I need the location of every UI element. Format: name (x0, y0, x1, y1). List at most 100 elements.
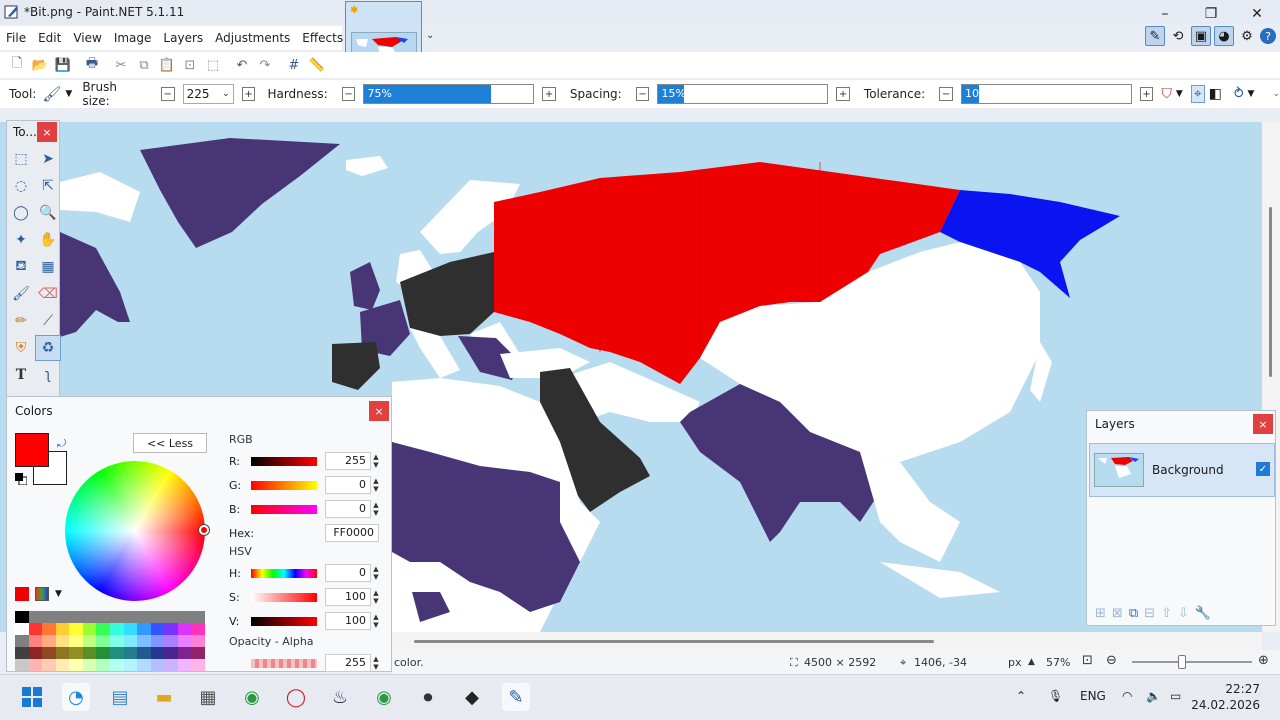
hardness-slider[interactable]: 75% (363, 84, 535, 104)
palette-swatch[interactable] (150, 611, 165, 623)
history-icon[interactable]: ⟲ (1168, 26, 1188, 46)
palette-swatch[interactable] (82, 611, 97, 623)
palette-swatch[interactable] (164, 623, 178, 635)
paint-bucket-icon[interactable]: ⛾ (8, 254, 34, 280)
paintnet-taskbar-icon[interactable]: ✎ (502, 683, 530, 711)
palette-swatch[interactable] (28, 635, 43, 647)
brush-size-combo[interactable]: 225 ⌄ (182, 84, 234, 104)
palette-swatch[interactable] (96, 635, 110, 647)
spacing-increase-button[interactable]: + (836, 87, 850, 101)
tray-overflow-icon[interactable]: ⌃ (1016, 689, 1026, 703)
system-clock[interactable]: 22:27 24.02.2026 (1191, 681, 1260, 713)
opacity-value[interactable]: 255 (325, 654, 371, 672)
chrome-icon[interactable]: ◉ (238, 683, 266, 711)
palette-swatch[interactable] (69, 635, 83, 647)
palette-swatch[interactable] (42, 611, 56, 623)
palette-swatch[interactable] (109, 623, 124, 635)
magic-wand-icon[interactable]: ✦ (8, 227, 34, 253)
move-layer-down-icon[interactable]: ⇩ (1178, 606, 1189, 621)
palette-swatch[interactable] (191, 611, 205, 623)
palette-swatch[interactable] (55, 611, 70, 623)
undo-icon[interactable]: ↶ (231, 54, 253, 76)
menu-view[interactable]: View (67, 31, 107, 45)
line-curve-icon[interactable]: ʅ (35, 362, 61, 388)
layer-background[interactable]: Background ✓ (1089, 443, 1275, 497)
zoom-fit-icon[interactable]: ⊡ (1082, 653, 1093, 668)
lasso-select-icon[interactable]: ◌ (8, 173, 34, 199)
spacing-slider[interactable]: 15% (657, 84, 829, 104)
horizontal-scrollbar[interactable] (392, 632, 1262, 650)
zoom-slider[interactable] (1132, 661, 1252, 663)
palette-swatch[interactable] (28, 611, 43, 623)
palette-swatch[interactable] (28, 623, 43, 635)
palette-swatch[interactable] (96, 659, 110, 671)
edge-browser-icon[interactable]: ◔ (62, 683, 90, 711)
merge-layer-icon[interactable]: ⊟ (1144, 606, 1155, 621)
palette-swatch[interactable] (123, 647, 138, 659)
palette-swatch[interactable] (82, 635, 97, 647)
hardness-increase-button[interactable]: + (542, 87, 556, 101)
settings-gear-icon[interactable]: ⚙ (1237, 26, 1257, 46)
palette-dropdown-icon[interactable]: ▼ (55, 589, 62, 599)
cut-icon[interactable]: ✂ (110, 54, 132, 76)
palette-swatch[interactable] (55, 635, 70, 647)
tolerance-slider[interactable]: 10% (960, 84, 1132, 104)
fill-mode-dropdown-icon[interactable]: ▼ (1248, 89, 1255, 99)
text-tool-icon[interactable]: T (8, 362, 34, 388)
palette-swatch[interactable] (164, 647, 178, 659)
opera-icon[interactable]: ◯ (282, 683, 310, 711)
h-spinner-icon[interactable]: ▲ ▼ (371, 565, 381, 581)
palette-swatch[interactable] (137, 611, 151, 623)
grid-icon[interactable]: # (283, 54, 305, 76)
h-slider[interactable] (251, 568, 317, 578)
brush-size-decrease-button[interactable]: − (160, 87, 175, 101)
paste-icon[interactable]: 📋 (156, 54, 178, 76)
layers-toggle-icon[interactable]: ▣ (1191, 26, 1211, 46)
palette-swatch[interactable] (69, 611, 83, 623)
tolerance-decrease-button[interactable]: − (939, 87, 953, 101)
unit-selector[interactable]: px (1008, 656, 1022, 669)
chrome-profile-icon[interactable]: ◉ (370, 683, 398, 711)
v-slider[interactable] (251, 616, 317, 626)
palette-swatch[interactable] (109, 647, 124, 659)
palette-swatch[interactable] (42, 647, 56, 659)
palette-swatch[interactable] (82, 647, 97, 659)
control-panel-icon[interactable]: ▤ (106, 683, 134, 711)
palette-swatch[interactable] (55, 647, 70, 659)
h-value[interactable]: 0 (325, 564, 371, 582)
g-spinner-icon[interactable]: ▲ ▼ (371, 477, 381, 493)
zoom-out-icon[interactable]: ⊖ (1106, 653, 1117, 668)
palette-swatch[interactable] (82, 659, 97, 671)
layer-properties-icon[interactable]: 🔧 (1195, 606, 1211, 621)
palette-swatch[interactable] (137, 623, 151, 635)
print-icon[interactable]: 🖶 (81, 54, 103, 76)
tools-panel-close-button[interactable]: × (37, 122, 57, 142)
menu-effects[interactable]: Effects (296, 31, 349, 45)
maximize-button[interactable]: ❐ (1188, 0, 1234, 28)
recolor-icon[interactable]: ♻ (35, 335, 61, 361)
menu-edit[interactable]: Edit (32, 31, 67, 45)
b-value[interactable]: 0 (325, 500, 371, 518)
steam-icon[interactable]: ♨ (326, 683, 354, 711)
calculator-icon[interactable]: ▦ (194, 683, 222, 711)
menu-adjustments[interactable]: Adjustments (209, 31, 296, 45)
hardness-decrease-button[interactable]: − (341, 87, 356, 101)
menu-image[interactable]: Image (108, 31, 158, 45)
microphone-icon[interactable]: 🎙 (1048, 689, 1063, 703)
palette-swatch[interactable] (150, 659, 165, 671)
open-folder-icon[interactable]: 📂 (29, 54, 51, 76)
palette-swatch[interactable] (123, 635, 138, 647)
r-spinner-icon[interactable]: ▲ ▼ (371, 453, 381, 469)
palette-swatch[interactable] (150, 647, 165, 659)
g-slider[interactable] (251, 480, 317, 490)
close-button[interactable]: ✕ (1234, 0, 1280, 28)
eraser-icon[interactable]: ⌫ (35, 281, 61, 307)
pan-hand-icon[interactable]: ✋ (35, 227, 61, 253)
v-spinner-icon[interactable]: ▲ ▼ (371, 613, 381, 629)
menu-layers[interactable]: Layers (157, 31, 209, 45)
wifi-icon[interactable]: ◠ (1122, 689, 1132, 703)
s-spinner-icon[interactable]: ▲ ▼ (371, 589, 381, 605)
tolerance-increase-button[interactable]: + (1139, 87, 1154, 101)
palette-swatch[interactable] (191, 659, 205, 671)
unit-dropdown-icon[interactable]: ▲ (1028, 657, 1035, 667)
